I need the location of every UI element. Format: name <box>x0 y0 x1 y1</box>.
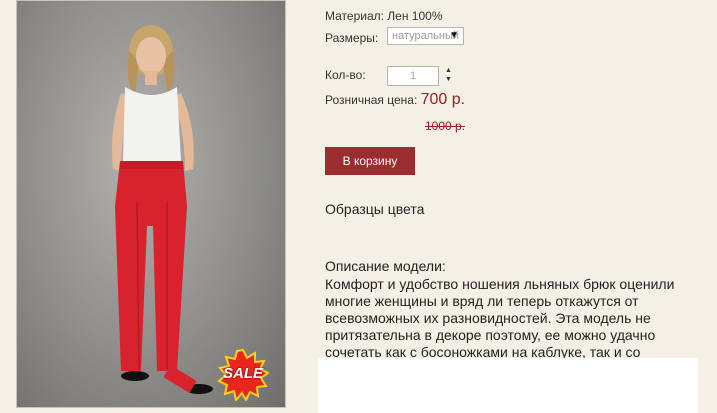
blank-panel <box>318 358 698 413</box>
price-row: Розничная цена: 700 р. <box>325 91 465 109</box>
size-select[interactable]: натуральный ▼ <box>387 27 464 45</box>
sale-label: SALE <box>222 365 263 382</box>
qty-label: Кол-во: <box>325 68 366 82</box>
dropdown-arrow-icon: ▼ <box>449 30 459 41</box>
sale-badge: SALE <box>217 348 270 403</box>
model-illustration <box>112 25 213 394</box>
add-to-cart-button[interactable]: В корзину <box>325 147 415 175</box>
material-text: Материал: Лен 100% <box>325 9 443 23</box>
description-title: Описание модели: <box>325 258 446 274</box>
stepper-up-icon[interactable]: ▲ <box>445 66 453 75</box>
sizes-row: Размеры: натуральный ▼ <box>325 27 464 45</box>
quantity-input[interactable]: 1 <box>387 66 439 86</box>
product-page: { "product": { "image_alt_icon": "produc… <box>0 0 717 413</box>
current-price: 700 р. <box>420 91 466 108</box>
stepper-down-icon[interactable]: ▼ <box>445 75 453 84</box>
product-photo[interactable]: SALE <box>16 0 286 408</box>
sizes-label: Размеры: <box>325 31 379 45</box>
color-samples-title[interactable]: Образцы цвета <box>325 201 424 217</box>
qty-row: Кол-во: 1 ▲ ▼ <box>325 66 452 86</box>
quantity-stepper[interactable]: ▲ ▼ <box>445 66 453 84</box>
old-price: 1000 р. <box>425 119 466 133</box>
price-label: Розничная цена: <box>325 93 418 107</box>
